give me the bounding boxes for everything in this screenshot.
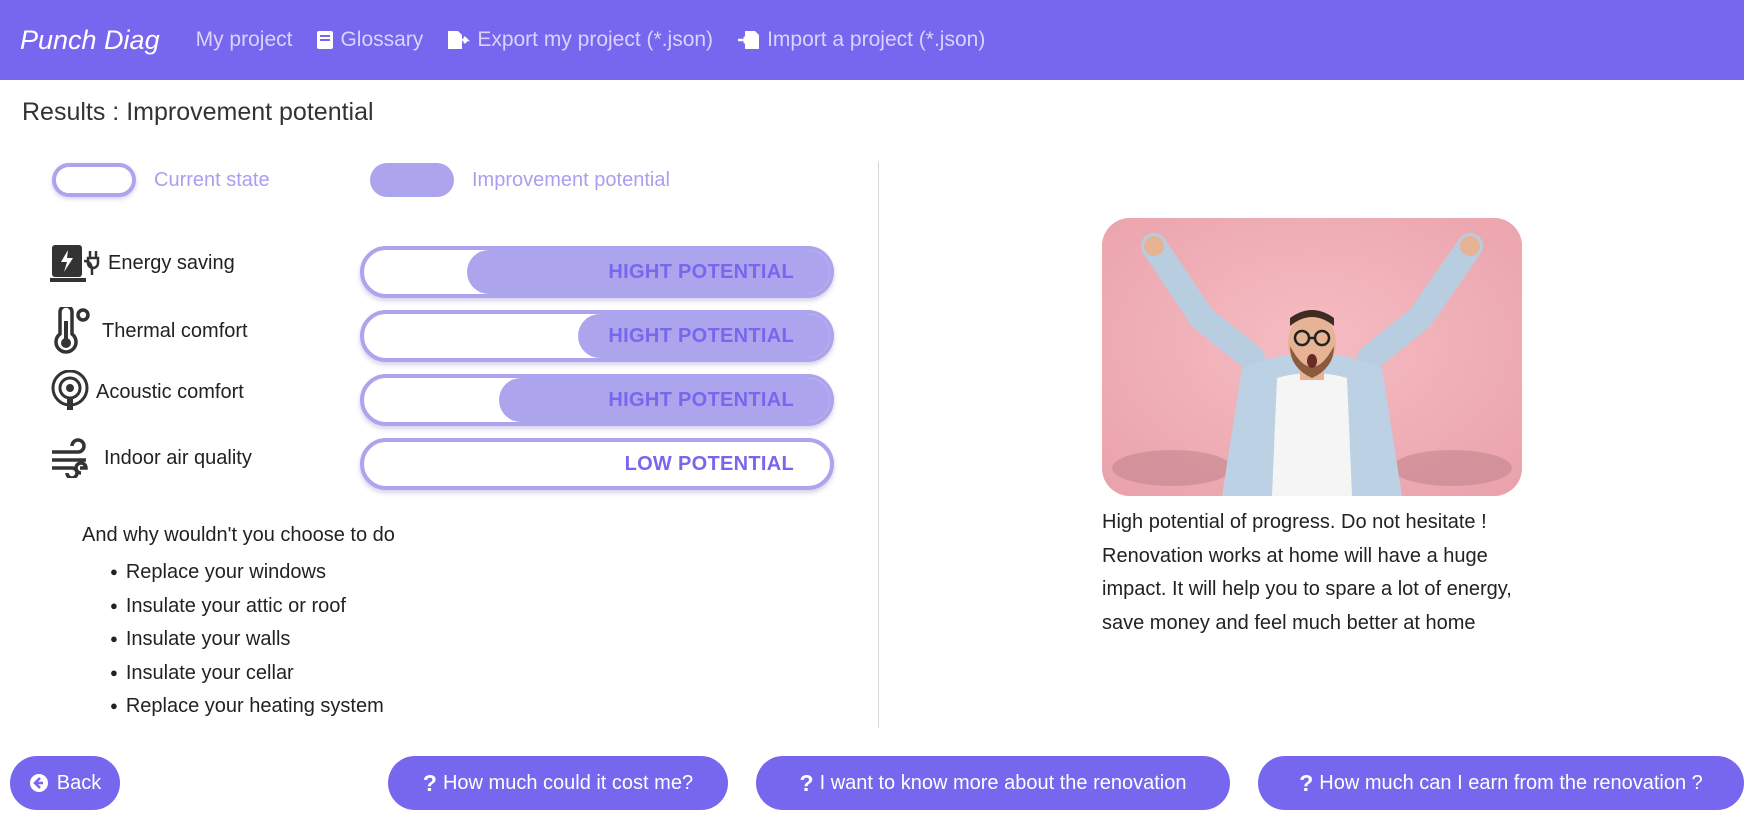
back-button[interactable]: Back <box>10 756 120 810</box>
navbar: Punch Diag My project Glossary Export my… <box>0 0 1744 80</box>
list-item: Insulate your walls <box>110 623 384 657</box>
arrow-left-circle-icon <box>29 774 48 792</box>
question-mark-icon: ? <box>1299 769 1314 796</box>
brand-logo[interactable]: Punch Diag <box>20 25 160 56</box>
nav-link-glossary[interactable]: Glossary <box>316 28 423 52</box>
book-icon <box>317 31 334 49</box>
file-import-icon <box>738 31 760 49</box>
criterion-label: Thermal comfort <box>102 319 248 342</box>
celebrating-man-photo <box>1102 218 1522 496</box>
legend-improvement-swatch <box>370 163 454 197</box>
earnings-button-label: How much can I earn from the renovation … <box>1319 771 1703 794</box>
nav-link-label: Import a project (*.json) <box>767 28 986 51</box>
earnings-button[interactable]: ? How much can I earn from the renovatio… <box>1258 756 1744 810</box>
photo-illustration <box>1102 218 1522 496</box>
cost-estimate-button[interactable]: ? How much could it cost me? <box>388 756 728 810</box>
nav-link-export[interactable]: Export my project (*.json) <box>447 28 713 52</box>
criterion-thermal-comfort: Thermal comfort <box>50 307 248 355</box>
result-description: High potential of progress. Do not hesit… <box>1102 511 1512 634</box>
suggestions-list: Replace your windows Insulate your attic… <box>110 556 384 724</box>
criterion-acoustic-comfort: Acoustic comfort <box>50 370 244 414</box>
list-item: Insulate your attic or roof <box>110 590 384 624</box>
suggestions-title: And why wouldn't you choose to do <box>82 524 395 546</box>
criterion-label: Indoor air quality <box>104 446 252 469</box>
page-title: Results : Improvement potential <box>22 98 374 126</box>
potential-label: HIGHT POTENTIAL <box>608 388 794 411</box>
potential-bar-indoor-air-quality: LOW POTENTIAL <box>360 438 834 490</box>
question-mark-icon: ? <box>799 769 814 796</box>
renovation-info-button[interactable]: ? I want to know more about the renovati… <box>756 756 1230 810</box>
criterion-label: Energy saving <box>108 251 235 274</box>
legend-current-state: Current state <box>52 163 270 197</box>
legend-current-swatch <box>52 163 136 197</box>
criterion-label: Acoustic comfort <box>96 380 244 403</box>
criterion-indoor-air-quality: Indoor air quality <box>50 438 252 478</box>
potential-bar-energy-saving: HIGHT POTENTIAL <box>360 246 834 298</box>
criterion-energy-saving: Energy saving <box>50 243 235 283</box>
nav-link-import[interactable]: Import a project (*.json) <box>737 28 985 52</box>
potential-label: HIGHT POTENTIAL <box>608 260 794 283</box>
wind-icon <box>52 438 88 478</box>
potential-label: HIGHT POTENTIAL <box>608 324 794 347</box>
column-divider <box>878 162 879 728</box>
cost-button-label: How much could it cost me? <box>442 771 694 794</box>
potential-bar-acoustic-comfort: HIGHT POTENTIAL <box>360 374 834 426</box>
thermometer-icon <box>54 307 90 354</box>
energy-charger-icon <box>50 245 100 282</box>
renovation-button-label: I want to know more about the renovation <box>819 771 1187 794</box>
nav-link-label: Export my project (*.json) <box>477 28 714 51</box>
file-export-icon <box>448 31 471 49</box>
ear-icon <box>51 370 89 410</box>
legend-improvement-label: Improvement potential <box>472 168 670 191</box>
potential-bar-thermal-comfort: HIGHT POTENTIAL <box>360 310 834 362</box>
question-mark-icon: ? <box>422 769 437 796</box>
back-button-label: Back <box>56 771 102 794</box>
nav-link-my-project[interactable]: My project <box>196 28 293 52</box>
list-item: Replace your heating system <box>110 690 384 724</box>
nav-link-label: Glossary <box>340 28 424 51</box>
nav-link-label: My project <box>195 28 293 51</box>
list-item: Insulate your cellar <box>110 657 384 691</box>
legend-current-label: Current state <box>154 168 270 191</box>
list-item: Replace your windows <box>110 556 384 590</box>
potential-label: LOW POTENTIAL <box>624 452 794 475</box>
legend-improvement-potential: Improvement potential <box>370 163 670 197</box>
